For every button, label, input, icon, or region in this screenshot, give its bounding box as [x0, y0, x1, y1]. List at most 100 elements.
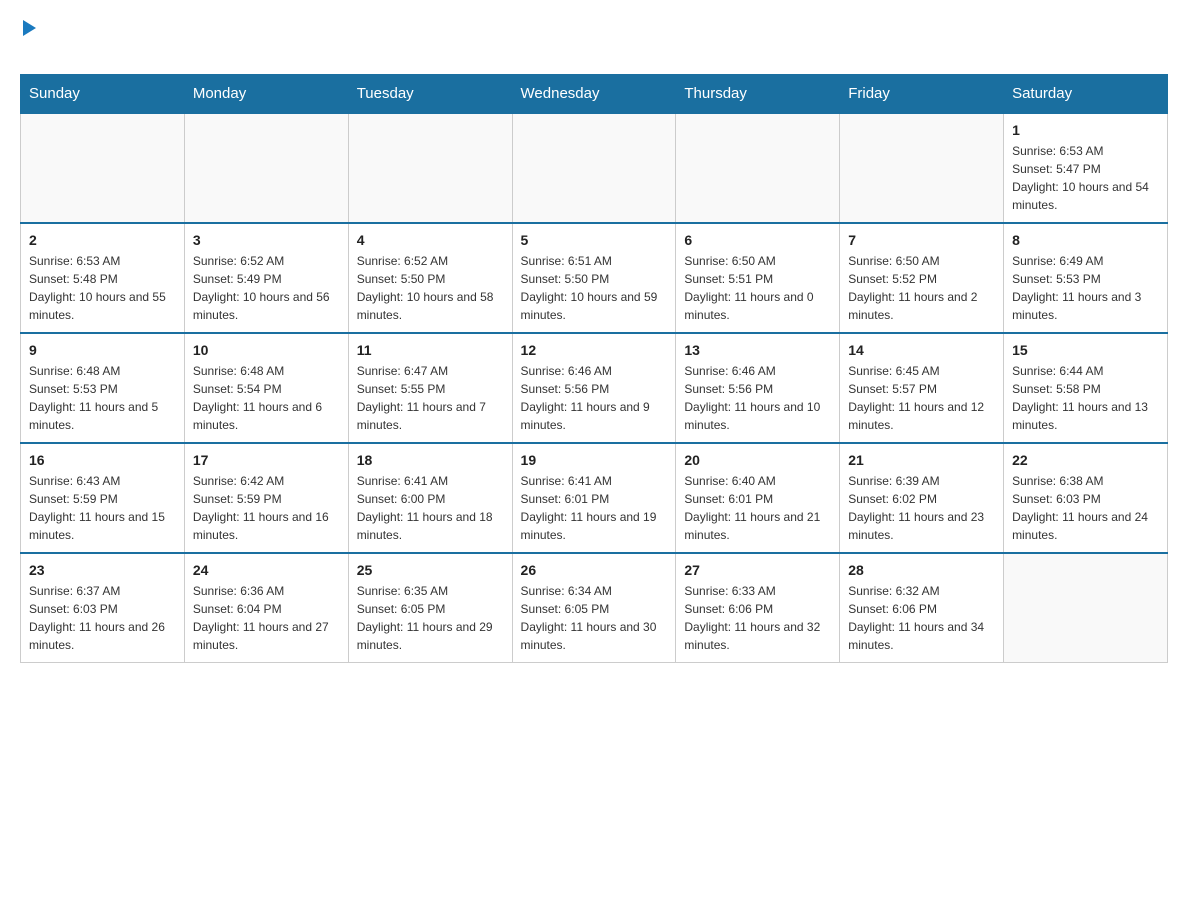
day-number: 28 — [848, 562, 995, 578]
day-info: Sunrise: 6:48 AM Sunset: 5:53 PM Dayligh… — [29, 362, 176, 434]
calendar-day-cell — [348, 113, 512, 223]
day-number: 6 — [684, 232, 831, 248]
day-of-week-header: Friday — [840, 75, 1004, 114]
calendar-week-row: 23 Sunrise: 6:37 AM Sunset: 6:03 PM Dayli… — [21, 553, 1168, 663]
day-info: Sunrise: 6:43 AM Sunset: 5:59 PM Dayligh… — [29, 472, 176, 544]
calendar-day-cell: 8 Sunrise: 6:49 AM Sunset: 5:53 PM Daylig… — [1004, 223, 1168, 333]
day-info: Sunrise: 6:41 AM Sunset: 6:01 PM Dayligh… — [521, 472, 668, 544]
day-number: 26 — [521, 562, 668, 578]
calendar-day-cell: 14Sunrise: 6:45 AM Sunset: 5:57 PM Dayli… — [840, 333, 1004, 443]
calendar-day-cell — [676, 113, 840, 223]
day-info: Sunrise: 6:50 AM Sunset: 5:51 PM Dayligh… — [684, 252, 831, 324]
day-number: 8 — [1012, 232, 1159, 248]
day-info: Sunrise: 6:46 AM Sunset: 5:56 PM Dayligh… — [521, 362, 668, 434]
day-info: Sunrise: 6:50 AM Sunset: 5:52 PM Dayligh… — [848, 252, 995, 324]
day-info: Sunrise: 6:32 AM Sunset: 6:06 PM Dayligh… — [848, 582, 995, 654]
day-info: Sunrise: 6:33 AM Sunset: 6:06 PM Dayligh… — [684, 582, 831, 654]
day-number: 18 — [357, 452, 504, 468]
calendar-day-cell — [1004, 553, 1168, 663]
calendar-day-cell: 25 Sunrise: 6:35 AM Sunset: 6:05 PM Dayli… — [348, 553, 512, 663]
calendar-day-cell: 4 Sunrise: 6:52 AM Sunset: 5:50 PM Daylig… — [348, 223, 512, 333]
day-info: Sunrise: 6:49 AM Sunset: 5:53 PM Dayligh… — [1012, 252, 1159, 324]
calendar-day-cell: 24 Sunrise: 6:36 AM Sunset: 6:04 PM Dayli… — [184, 553, 348, 663]
calendar-day-cell: 13 Sunrise: 6:46 AM Sunset: 5:56 PM Dayli… — [676, 333, 840, 443]
calendar-week-row: 16 Sunrise: 6:43 AM Sunset: 5:59 PM Dayli… — [21, 443, 1168, 553]
day-info: Sunrise: 6:41 AM Sunset: 6:00 PM Dayligh… — [357, 472, 504, 544]
calendar-day-cell — [840, 113, 1004, 223]
calendar-day-cell: 7Sunrise: 6:50 AM Sunset: 5:52 PM Daylig… — [840, 223, 1004, 333]
logo — [20, 20, 36, 64]
calendar-day-cell: 5 Sunrise: 6:51 AM Sunset: 5:50 PM Daylig… — [512, 223, 676, 333]
day-number: 11 — [357, 342, 504, 358]
calendar-day-cell: 1Sunrise: 6:53 AM Sunset: 5:47 PM Daylig… — [1004, 113, 1168, 223]
calendar-day-cell: 10 Sunrise: 6:48 AM Sunset: 5:54 PM Dayli… — [184, 333, 348, 443]
calendar-day-cell: 16 Sunrise: 6:43 AM Sunset: 5:59 PM Dayli… — [21, 443, 185, 553]
day-number: 16 — [29, 452, 176, 468]
day-number: 5 — [521, 232, 668, 248]
day-of-week-header: Wednesday — [512, 75, 676, 114]
day-info: Sunrise: 6:53 AM Sunset: 5:48 PM Dayligh… — [29, 252, 176, 324]
day-info: Sunrise: 6:38 AM Sunset: 6:03 PM Dayligh… — [1012, 472, 1159, 544]
calendar-week-row: 1Sunrise: 6:53 AM Sunset: 5:47 PM Daylig… — [21, 113, 1168, 223]
day-info: Sunrise: 6:35 AM Sunset: 6:05 PM Dayligh… — [357, 582, 504, 654]
day-number: 13 — [684, 342, 831, 358]
day-of-week-header: Sunday — [21, 75, 185, 114]
day-number: 10 — [193, 342, 340, 358]
days-of-week-row: SundayMondayTuesdayWednesdayThursdayFrid… — [21, 75, 1168, 114]
day-number: 24 — [193, 562, 340, 578]
day-info: Sunrise: 6:53 AM Sunset: 5:47 PM Dayligh… — [1012, 142, 1159, 214]
day-number: 9 — [29, 342, 176, 358]
day-info: Sunrise: 6:52 AM Sunset: 5:50 PM Dayligh… — [357, 252, 504, 324]
day-info: Sunrise: 6:51 AM Sunset: 5:50 PM Dayligh… — [521, 252, 668, 324]
calendar-header: SundayMondayTuesdayWednesdayThursdayFrid… — [21, 75, 1168, 114]
calendar-day-cell — [21, 113, 185, 223]
calendar-day-cell: 26 Sunrise: 6:34 AM Sunset: 6:05 PM Dayli… — [512, 553, 676, 663]
day-info: Sunrise: 6:37 AM Sunset: 6:03 PM Dayligh… — [29, 582, 176, 654]
day-number: 20 — [684, 452, 831, 468]
logo-triangle-icon — [23, 20, 36, 36]
calendar-day-cell: 27 Sunrise: 6:33 AM Sunset: 6:06 PM Dayli… — [676, 553, 840, 663]
day-info: Sunrise: 6:42 AM Sunset: 5:59 PM Dayligh… — [193, 472, 340, 544]
day-number: 19 — [521, 452, 668, 468]
day-of-week-header: Thursday — [676, 75, 840, 114]
day-info: Sunrise: 6:46 AM Sunset: 5:56 PM Dayligh… — [684, 362, 831, 434]
day-number: 12 — [521, 342, 668, 358]
calendar-day-cell: 2 Sunrise: 6:53 AM Sunset: 5:48 PM Daylig… — [21, 223, 185, 333]
calendar-day-cell: 23 Sunrise: 6:37 AM Sunset: 6:03 PM Dayli… — [21, 553, 185, 663]
day-number: 17 — [193, 452, 340, 468]
calendar-day-cell: 21Sunrise: 6:39 AM Sunset: 6:02 PM Dayli… — [840, 443, 1004, 553]
page-header — [20, 20, 1168, 64]
day-info: Sunrise: 6:45 AM Sunset: 5:57 PM Dayligh… — [848, 362, 995, 434]
day-info: Sunrise: 6:34 AM Sunset: 6:05 PM Dayligh… — [521, 582, 668, 654]
calendar-day-cell — [512, 113, 676, 223]
calendar-day-cell: 22 Sunrise: 6:38 AM Sunset: 6:03 PM Dayli… — [1004, 443, 1168, 553]
calendar-day-cell: 15 Sunrise: 6:44 AM Sunset: 5:58 PM Dayli… — [1004, 333, 1168, 443]
calendar-day-cell — [184, 113, 348, 223]
calendar-week-row: 9 Sunrise: 6:48 AM Sunset: 5:53 PM Daylig… — [21, 333, 1168, 443]
day-number: 15 — [1012, 342, 1159, 358]
day-number: 4 — [357, 232, 504, 248]
day-number: 25 — [357, 562, 504, 578]
day-number: 22 — [1012, 452, 1159, 468]
calendar-day-cell: 17 Sunrise: 6:42 AM Sunset: 5:59 PM Dayli… — [184, 443, 348, 553]
day-number: 23 — [29, 562, 176, 578]
calendar-day-cell: 18 Sunrise: 6:41 AM Sunset: 6:00 PM Dayli… — [348, 443, 512, 553]
day-info: Sunrise: 6:44 AM Sunset: 5:58 PM Dayligh… — [1012, 362, 1159, 434]
calendar-day-cell: 12 Sunrise: 6:46 AM Sunset: 5:56 PM Dayli… — [512, 333, 676, 443]
day-of-week-header: Tuesday — [348, 75, 512, 114]
calendar-day-cell: 20Sunrise: 6:40 AM Sunset: 6:01 PM Dayli… — [676, 443, 840, 553]
calendar-day-cell: 9 Sunrise: 6:48 AM Sunset: 5:53 PM Daylig… — [21, 333, 185, 443]
calendar-table: SundayMondayTuesdayWednesdayThursdayFrid… — [20, 74, 1168, 663]
calendar-day-cell: 6 Sunrise: 6:50 AM Sunset: 5:51 PM Daylig… — [676, 223, 840, 333]
day-info: Sunrise: 6:48 AM Sunset: 5:54 PM Dayligh… — [193, 362, 340, 434]
day-number: 27 — [684, 562, 831, 578]
day-info: Sunrise: 6:47 AM Sunset: 5:55 PM Dayligh… — [357, 362, 504, 434]
calendar-day-cell: 11 Sunrise: 6:47 AM Sunset: 5:55 PM Dayli… — [348, 333, 512, 443]
calendar-body: 1Sunrise: 6:53 AM Sunset: 5:47 PM Daylig… — [21, 113, 1168, 663]
day-of-week-header: Monday — [184, 75, 348, 114]
calendar-day-cell: 19 Sunrise: 6:41 AM Sunset: 6:01 PM Dayli… — [512, 443, 676, 553]
day-info: Sunrise: 6:36 AM Sunset: 6:04 PM Dayligh… — [193, 582, 340, 654]
calendar-day-cell: 28 Sunrise: 6:32 AM Sunset: 6:06 PM Dayli… — [840, 553, 1004, 663]
day-number: 2 — [29, 232, 176, 248]
calendar-day-cell: 3Sunrise: 6:52 AM Sunset: 5:49 PM Daylig… — [184, 223, 348, 333]
